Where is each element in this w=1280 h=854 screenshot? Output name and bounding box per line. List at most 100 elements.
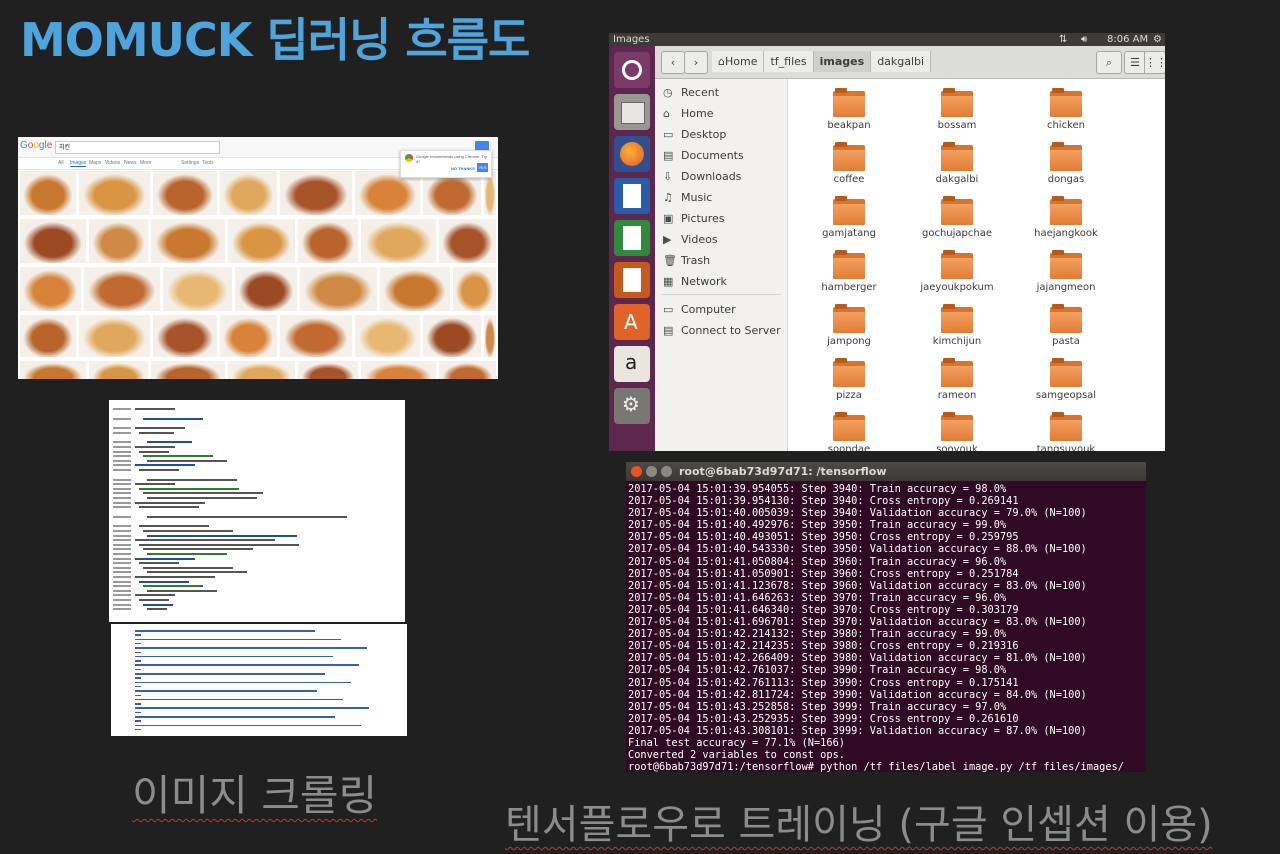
- image-result[interactable]: [79, 171, 150, 215]
- tab-tools[interactable]: Tools: [202, 160, 214, 166]
- image-result[interactable]: [235, 267, 297, 311]
- image-result[interactable]: [228, 361, 295, 379]
- image-result[interactable]: [220, 315, 277, 357]
- popup-yes-button[interactable]: YES: [477, 163, 488, 172]
- image-result[interactable]: [20, 219, 86, 263]
- folder-item[interactable]: coffee: [799, 142, 899, 185]
- folder-item[interactable]: chicken: [1016, 88, 1116, 131]
- dash-icon[interactable]: [614, 52, 650, 88]
- popup-no-button[interactable]: NO THANKS: [451, 166, 475, 171]
- image-result[interactable]: [151, 361, 225, 379]
- folder-item[interactable]: bossam: [907, 88, 1007, 131]
- folder-item[interactable]: jaeyoukpokum: [907, 250, 1007, 293]
- google-search-input[interactable]: 치킨: [55, 141, 220, 154]
- calc-icon[interactable]: [614, 220, 650, 256]
- folder-item[interactable]: soondae: [799, 412, 899, 451]
- image-result[interactable]: [300, 267, 377, 311]
- tab-images[interactable]: Images: [70, 160, 87, 167]
- sidebar-item-pictures[interactable]: ▣ Pictures: [663, 209, 725, 229]
- crumb-images[interactable]: images: [813, 51, 872, 72]
- software-center-icon[interactable]: A: [614, 304, 650, 340]
- image-result[interactable]: [380, 267, 450, 311]
- tab-maps[interactable]: Maps: [89, 160, 101, 166]
- image-result[interactable]: [151, 219, 225, 263]
- crumb-home[interactable]: ⌂Home: [712, 51, 765, 72]
- image-result[interactable]: [228, 219, 295, 263]
- volume-icon[interactable]: 🔊︎: [1081, 33, 1087, 46]
- folder-item[interactable]: dongas: [1016, 142, 1116, 185]
- folder-item[interactable]: haejangkook: [1016, 196, 1116, 239]
- image-result[interactable]: [355, 315, 420, 357]
- image-result[interactable]: [280, 171, 352, 215]
- grid-view-icon[interactable]: ⋮⋮: [1144, 51, 1165, 74]
- writer-icon[interactable]: [614, 178, 650, 214]
- sidebar-item-desktop[interactable]: ▭ Desktop: [663, 125, 726, 145]
- folder-item[interactable]: jampong: [799, 304, 899, 347]
- image-result[interactable]: [153, 315, 217, 357]
- sidebar-item-connect-to-server[interactable]: ▤ Connect to Server: [663, 321, 781, 341]
- folder-item[interactable]: pizza: [799, 358, 899, 401]
- maximize-icon[interactable]: [661, 466, 672, 477]
- tab-settings[interactable]: Settings: [181, 160, 199, 166]
- folder-item[interactable]: gochujapchae: [907, 196, 1007, 239]
- sidebar-item-network[interactable]: ▦ Network: [663, 272, 727, 292]
- settings-icon[interactable]: ⚙: [614, 388, 650, 424]
- sidebar-item-downloads[interactable]: ⇩ Downloads: [663, 167, 741, 187]
- image-result[interactable]: [361, 219, 436, 263]
- amazon-icon[interactable]: a: [614, 346, 650, 382]
- crumb-tf-files[interactable]: tf_files: [764, 51, 814, 72]
- image-result[interactable]: [439, 361, 496, 379]
- image-result[interactable]: [20, 171, 76, 215]
- folder-item[interactable]: soovouk: [907, 412, 1007, 451]
- folder-item[interactable]: tangsuvouk: [1016, 412, 1116, 451]
- image-result[interactable]: [220, 171, 277, 215]
- image-result[interactable]: [298, 219, 358, 263]
- folder-item[interactable]: hamberger: [799, 250, 899, 293]
- image-result[interactable]: [20, 315, 76, 357]
- folder-item[interactable]: jajangmeon: [1016, 250, 1116, 293]
- image-result[interactable]: [89, 361, 148, 379]
- folder-item[interactable]: rameon: [907, 358, 1007, 401]
- image-result[interactable]: [89, 219, 148, 263]
- crumb-dakgalbi[interactable]: dakgalbi: [871, 51, 932, 72]
- sidebar-item-trash[interactable]: 🗑︎ Trash: [663, 251, 710, 271]
- sidebar-item-home[interactable]: ⌂ Home: [663, 104, 713, 124]
- tab-videos[interactable]: Videos: [105, 160, 120, 166]
- close-icon[interactable]: [631, 466, 642, 477]
- folder-item[interactable]: dakgalbi: [907, 142, 1007, 185]
- network-icon[interactable]: ⇅: [1059, 33, 1067, 46]
- sidebar-item-videos[interactable]: ▶ Videos: [663, 230, 718, 250]
- image-result[interactable]: [423, 315, 481, 357]
- folder-item[interactable]: beakpan: [799, 88, 899, 131]
- image-result[interactable]: [361, 361, 436, 379]
- folder-item[interactable]: samgeopsal: [1016, 358, 1116, 401]
- sidebar-item-recent[interactable]: ◷ Recent: [663, 83, 719, 103]
- folder-item[interactable]: pasta: [1016, 304, 1116, 347]
- image-result[interactable]: [84, 267, 160, 311]
- gear-icon[interactable]: ⚙: [1153, 33, 1162, 46]
- image-result[interactable]: [20, 267, 81, 311]
- firefox-icon[interactable]: [614, 136, 650, 172]
- image-result[interactable]: [453, 267, 496, 311]
- image-result[interactable]: [439, 219, 496, 263]
- impress-icon[interactable]: [614, 262, 650, 298]
- image-result[interactable]: [298, 361, 358, 379]
- terminal-output[interactable]: 2017-05-04 15:01:39.954055: Step 3940: T…: [628, 483, 1144, 772]
- minimize-icon[interactable]: [646, 466, 657, 477]
- sidebar-item-computer[interactable]: ▭ Computer: [663, 300, 736, 320]
- tab-all[interactable]: All: [58, 160, 64, 166]
- list-view-icon[interactable]: ☰: [1124, 51, 1145, 74]
- image-result[interactable]: [163, 267, 232, 311]
- image-result[interactable]: [153, 171, 217, 215]
- files-icon[interactable]: [614, 94, 650, 130]
- forward-button[interactable]: ›: [684, 51, 708, 74]
- folder-item[interactable]: kimchijun: [907, 304, 1007, 347]
- search-icon[interactable]: ⌕: [1096, 51, 1122, 74]
- sidebar-item-documents[interactable]: ▤ Documents: [663, 146, 744, 166]
- sidebar-item-music[interactable]: ♫ Music: [663, 188, 712, 208]
- folder-item[interactable]: gamjatang: [799, 196, 899, 239]
- image-result[interactable]: [79, 315, 150, 357]
- image-result[interactable]: [20, 361, 86, 379]
- clock[interactable]: 8:06 AM: [1107, 33, 1148, 46]
- image-result[interactable]: [280, 315, 352, 357]
